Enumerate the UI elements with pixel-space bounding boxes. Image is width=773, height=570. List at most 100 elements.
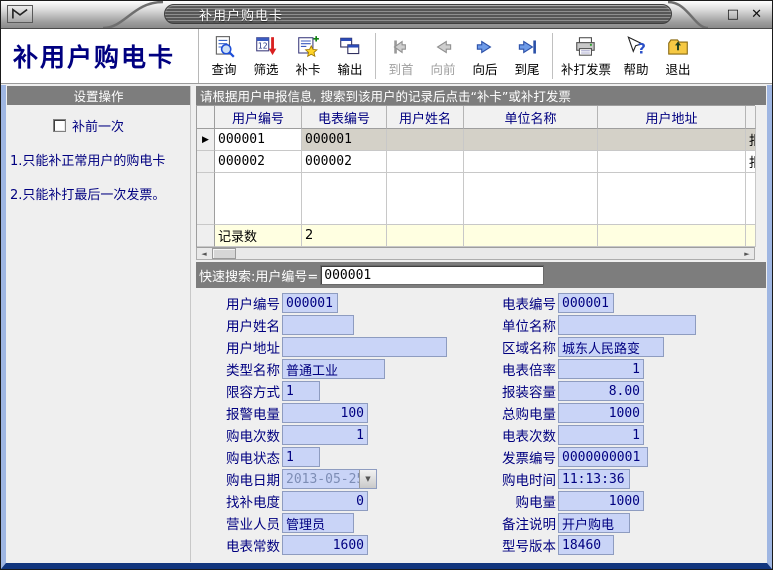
prev-icon: [431, 35, 455, 59]
scroll-right-arrow-icon[interactable]: ►: [740, 248, 754, 259]
grid-cell[interactable]: [598, 129, 746, 151]
grid-cell[interactable]: 000001: [302, 129, 387, 151]
scroll-thumb[interactable]: [212, 248, 236, 259]
form-field-user-name[interactable]: [282, 315, 354, 335]
chevron-down-icon[interactable]: ▼: [359, 470, 376, 488]
toolbar-button-reissue-card[interactable]: 补卡: [287, 34, 329, 79]
form-label-purchase-date: 购电日期: [198, 469, 280, 489]
form-field-user-id[interactable]: 000001: [282, 293, 338, 313]
grid-header-user-address: 用户地址: [598, 106, 746, 129]
grid-cell[interactable]: 000001: [215, 129, 302, 151]
checkbox-icon[interactable]: [53, 119, 66, 132]
grid-cell[interactable]: [464, 151, 598, 173]
user-grid: 用户编号电表编号用户姓名单位名称用户地址▶000001000001报000002…: [196, 105, 755, 247]
grid-cell: [746, 173, 756, 225]
quick-search-label: 快速搜索:用户编号=: [199, 266, 318, 285]
form-field-purchase-energy[interactable]: 1000: [558, 491, 644, 511]
grid-cell[interactable]: 报: [746, 129, 756, 151]
grid-cell[interactable]: [387, 129, 464, 151]
grid-cell[interactable]: [387, 151, 464, 173]
toolbar-button-label: 补打发票: [561, 59, 611, 78]
toolbar-button-reprint-invoice[interactable]: 补打发票: [557, 34, 615, 79]
form-field-purchase-time[interactable]: 11:13:36: [558, 469, 630, 489]
help-icon: ?: [624, 35, 648, 59]
form-field-limit-mode[interactable]: 1: [282, 381, 320, 401]
grid-header-org-name: 单位名称: [464, 106, 598, 129]
grid-cell: [464, 173, 598, 225]
page-title: 补用户购电卡: [1, 29, 199, 83]
scroll-left-arrow-icon[interactable]: ◄: [197, 248, 211, 259]
first-icon: [389, 35, 413, 59]
grid-cell[interactable]: 000002: [302, 151, 387, 173]
row-indicator-cell: [197, 106, 215, 129]
form-field-user-address[interactable]: [282, 337, 447, 357]
grid-cell: [387, 225, 464, 247]
form-label-meter-count: 电表次数: [478, 425, 556, 445]
titlebar-curve-right: [666, 1, 710, 29]
row-indicator-cell: [197, 151, 215, 173]
form-label-meter-constant: 电表常数: [198, 535, 280, 555]
quick-search-input[interactable]: [320, 265, 544, 285]
form-field-meter-ratio[interactable]: 1: [558, 359, 644, 379]
close-button[interactable]: ✕: [751, 7, 762, 22]
reissue-previous-checkbox[interactable]: 补前一次: [53, 116, 190, 135]
sidebar-note-1: 1.只能补正常用户的购电卡: [10, 150, 190, 169]
quick-search-bar: 快速搜索:用户编号=: [196, 262, 766, 288]
toolbar-button-prev: 向前: [422, 34, 464, 79]
form-field-region-name[interactable]: 城东人民路变: [558, 337, 664, 357]
form-field-purchase-date-combo[interactable]: 2013-05-25▼: [282, 469, 377, 489]
form-field-model-version[interactable]: 18460: [558, 535, 614, 555]
form-field-meter-count[interactable]: 1: [558, 425, 644, 445]
toolbar-button-output[interactable]: 输出: [329, 34, 371, 79]
search-doc-icon: [212, 35, 236, 59]
form-field-operator[interactable]: 管理员: [282, 513, 354, 533]
form-field-meter-id[interactable]: 000001: [558, 293, 614, 313]
grid-cell[interactable]: 报: [746, 151, 756, 173]
header: 补用户购电卡 查询12筛选补卡输出到首向前向后到尾补打发票?帮助退出: [1, 29, 772, 84]
form-field-remark[interactable]: 开户购电: [558, 513, 630, 533]
checkbox-label: 补前一次: [72, 116, 124, 135]
grid-cell[interactable]: [464, 129, 598, 151]
toolbar-button-filter[interactable]: 12筛选: [245, 34, 287, 79]
form-field-meter-constant[interactable]: 1600: [282, 535, 368, 555]
grid-row[interactable]: 000002000002 报: [197, 151, 755, 173]
toolbar-button-query[interactable]: 查询: [203, 34, 245, 79]
form-label-remark: 备注说明: [478, 513, 556, 533]
toolbar-button-last[interactable]: 到尾: [506, 34, 548, 79]
form-field-adjust-energy[interactable]: 0: [282, 491, 368, 511]
form-field-invoice-no[interactable]: 0000000001: [558, 447, 648, 467]
toolbar-button-label: 到首: [388, 59, 413, 78]
toolbar-button-label: 帮助: [624, 59, 649, 78]
form-field-org-name[interactable]: [558, 315, 696, 335]
sidebar: 设置操作 补前一次 1.只能补正常用户的购电卡 2.只能补打最后一次发票。: [7, 86, 191, 562]
form-label-total-energy: 总购电量: [478, 403, 556, 423]
toolbar-button-exit[interactable]: 退出: [657, 34, 699, 79]
form-field-type-name[interactable]: 普通工业: [282, 359, 385, 379]
grid-header-meter-id: 电表编号: [302, 106, 387, 129]
grid-cell: [598, 225, 746, 247]
grid-cell[interactable]: 000002: [215, 151, 302, 173]
form-field-purchase-status[interactable]: 1: [282, 447, 320, 467]
grid-cell[interactable]: [598, 151, 746, 173]
toolbar-button-label: 补卡: [295, 59, 320, 78]
form-field-installed-capacity[interactable]: 8.00: [558, 381, 644, 401]
row-indicator-cell: [197, 225, 215, 247]
maximize-button[interactable]: □: [727, 7, 739, 22]
form-label-type-name: 类型名称: [198, 359, 280, 379]
grid-header-user-name: 用户姓名: [387, 106, 464, 129]
window-title: 补用户购电卡: [165, 5, 283, 24]
toolbar-button-next[interactable]: 向后: [464, 34, 506, 79]
form-field-total-energy[interactable]: 1000: [558, 403, 644, 423]
main-panel: 请根据用户申报信息, 搜索到该用户的记录后点击“补卡”或补打发票 用户编号电表编…: [196, 86, 766, 562]
h-scrollbar[interactable]: ◄ ►: [196, 247, 755, 260]
record-count-label: 记录数: [215, 225, 302, 247]
form-field-alarm-energy[interactable]: 100: [282, 403, 368, 423]
grid-row[interactable]: ▶000001000001报: [197, 129, 755, 151]
toolbar-button-label: 向后: [472, 59, 497, 78]
toolbar-button-label: 筛选: [253, 59, 278, 78]
form-label-purchase-time: 购电时间: [478, 469, 556, 489]
form-label-org-name: 单位名称: [478, 315, 556, 335]
instruction-bar: 请根据用户申报信息, 搜索到该用户的记录后点击“补卡”或补打发票: [196, 86, 766, 105]
toolbar-button-help[interactable]: ?帮助: [615, 34, 657, 79]
form-field-purchase-count[interactable]: 1: [282, 425, 368, 445]
